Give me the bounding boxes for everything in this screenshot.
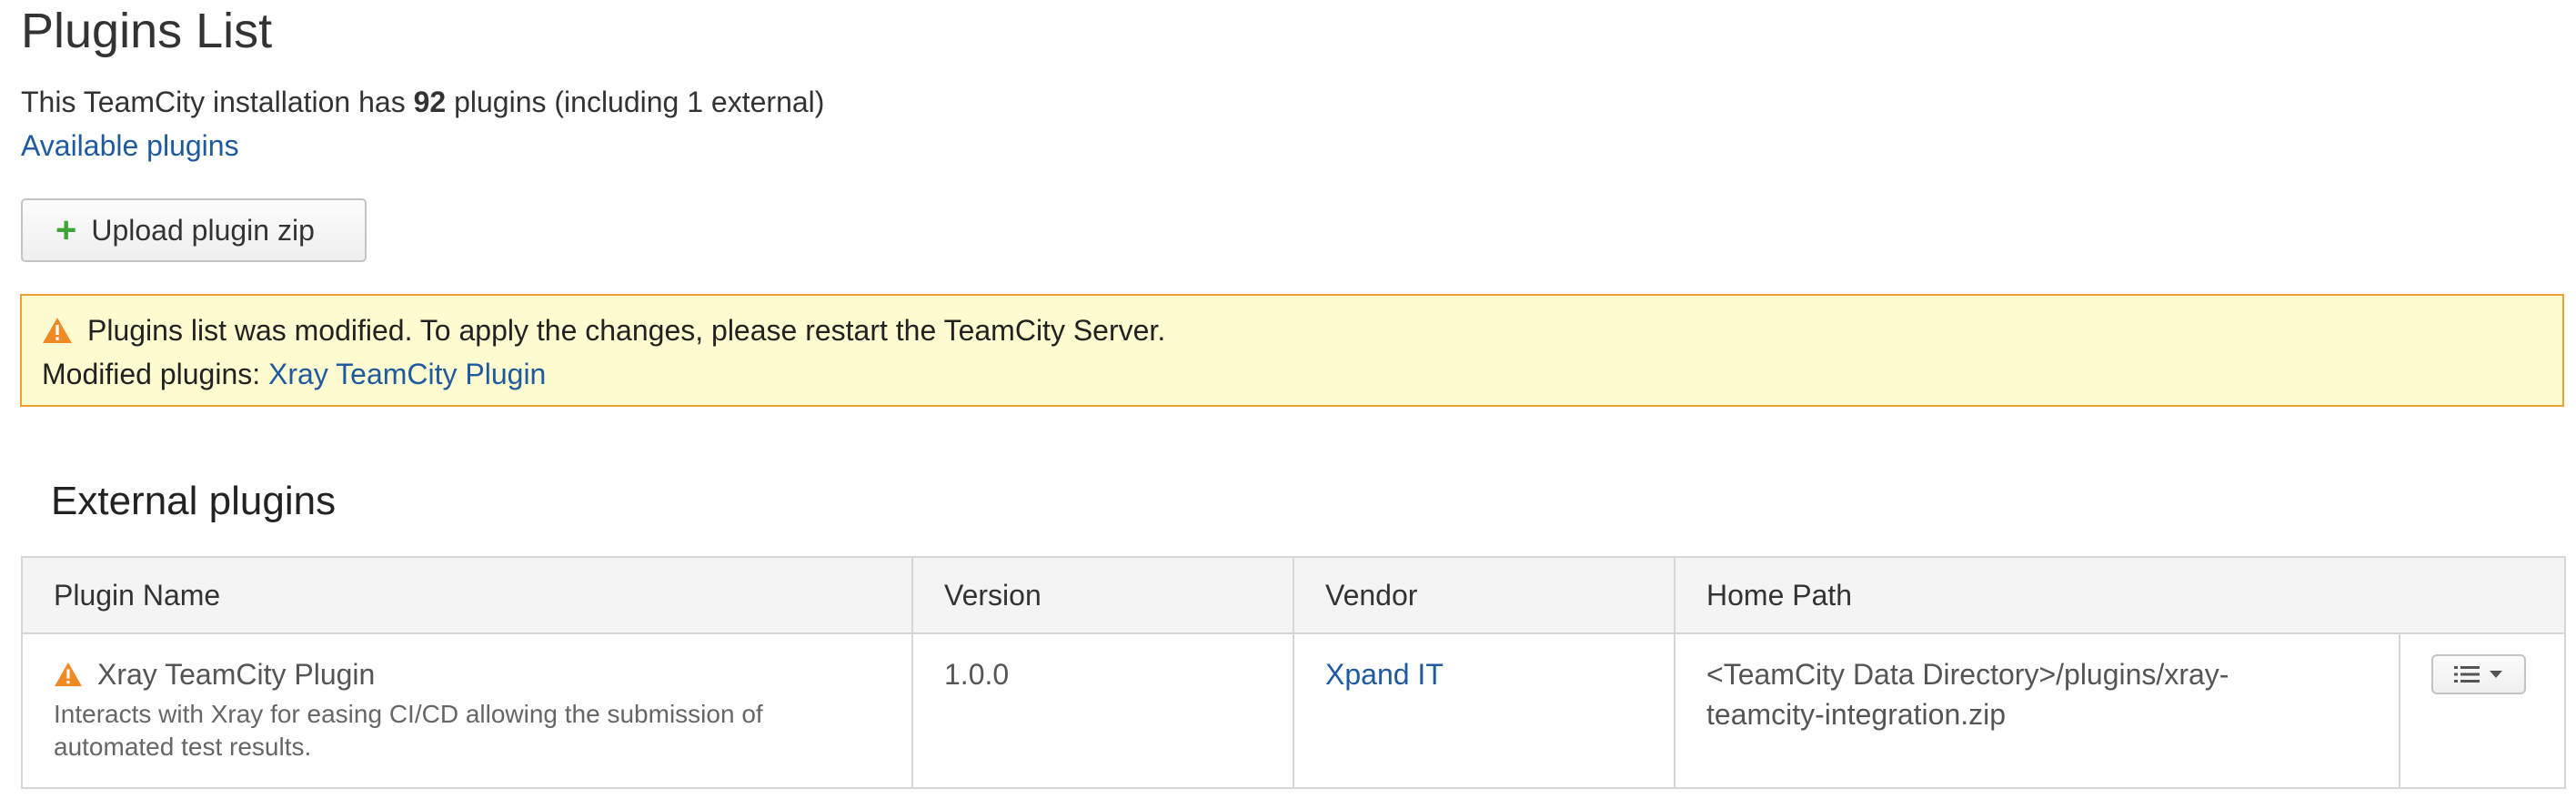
plugin-name-line: Xray TeamCity Plugin bbox=[54, 654, 911, 694]
vendor-link[interactable]: Xpand IT bbox=[1325, 658, 1444, 691]
plugin-name: Xray TeamCity Plugin bbox=[97, 658, 376, 691]
external-plugins-heading: External plugins bbox=[51, 479, 337, 523]
plugin-actions-cell bbox=[2398, 632, 2567, 789]
restart-warning-banner: Plugins list was modified. To apply the … bbox=[20, 294, 2564, 407]
warning-message-line: Plugins list was modified. To apply the … bbox=[42, 308, 2562, 352]
plugin-vendor-cell: Xpand IT bbox=[1293, 632, 1675, 789]
page-title: Plugins List bbox=[21, 4, 273, 58]
column-header-version: Version bbox=[911, 556, 1294, 634]
modified-plugins-label: Modified plugins: bbox=[42, 358, 269, 390]
warning-message: Plugins list was modified. To apply the … bbox=[87, 314, 1166, 347]
summary-suffix: plugins (including 1 external) bbox=[446, 86, 825, 118]
table-row: Xray TeamCity Plugin Interacts with Xray… bbox=[21, 632, 2567, 789]
upload-button-label: Upload plugin zip bbox=[91, 213, 315, 247]
plugin-count: 92 bbox=[413, 86, 447, 118]
modified-plugin-link[interactable]: Xray TeamCity Plugin bbox=[268, 358, 546, 390]
plus-icon: + bbox=[55, 210, 77, 250]
chevron-down-icon bbox=[2490, 671, 2502, 678]
plugin-home-path: <TeamCity Data Directory>/plugins/xray-t… bbox=[1674, 632, 2400, 789]
table-header-row: Plugin Name Version Vendor Home Path bbox=[21, 556, 2567, 634]
plugins-summary: This TeamCity installation has 92 plugin… bbox=[21, 84, 824, 120]
plugin-actions-menu-button[interactable] bbox=[2431, 654, 2526, 694]
plugin-name-cell: Xray TeamCity Plugin Interacts with Xray… bbox=[21, 632, 913, 789]
summary-prefix: This TeamCity installation has bbox=[21, 86, 414, 118]
upload-plugin-zip-button[interactable]: + Upload plugin zip bbox=[21, 198, 367, 262]
list-menu-icon bbox=[2454, 666, 2480, 683]
plugin-description: Interacts with Xray for easing CI/CD all… bbox=[54, 700, 763, 761]
modified-plugins-line: Modified plugins: Xray TeamCity Plugin bbox=[42, 352, 2562, 396]
plugin-version: 1.0.0 bbox=[911, 632, 1294, 789]
external-plugins-table: Plugin Name Version Vendor Home Path Xra… bbox=[21, 556, 2567, 789]
column-header-vendor: Vendor bbox=[1293, 556, 1675, 634]
available-plugins-link[interactable]: Available plugins bbox=[21, 127, 239, 164]
column-header-home-path: Home Path bbox=[1673, 556, 2567, 634]
warning-triangle-icon bbox=[43, 318, 72, 343]
column-header-plugin-name: Plugin Name bbox=[21, 556, 913, 634]
warning-triangle-icon bbox=[55, 662, 82, 687]
